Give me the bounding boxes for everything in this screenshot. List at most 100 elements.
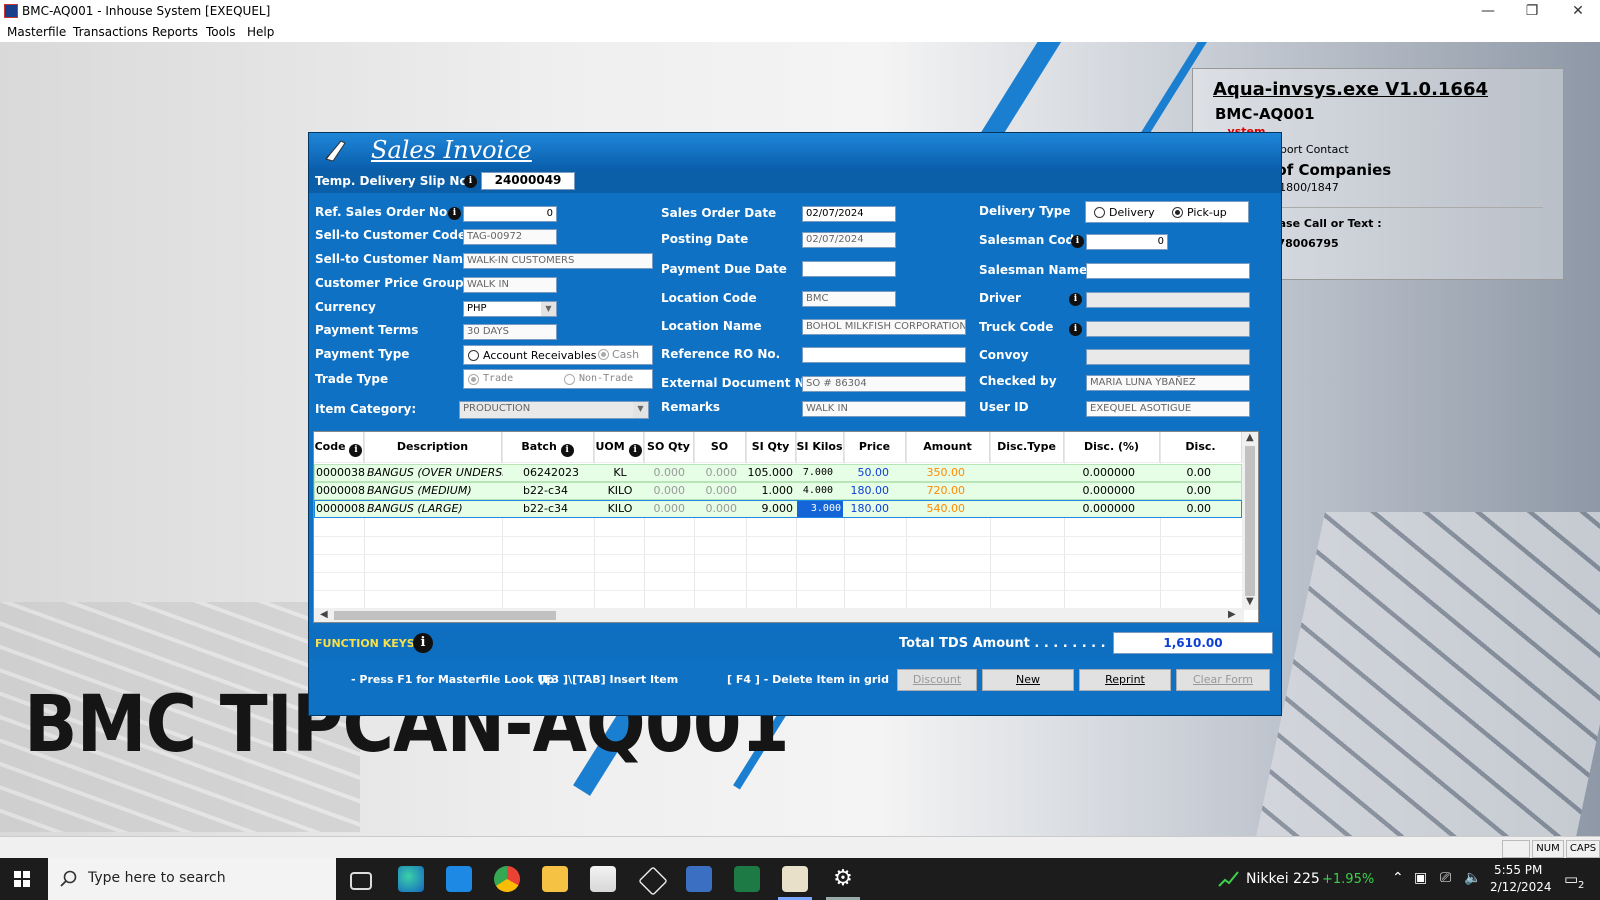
- taskbar-search[interactable]: Type here to search: [48, 858, 336, 900]
- items-grid[interactable]: Code i Description Batch i UOM i SO Qty …: [313, 431, 1259, 623]
- due-date-field[interactable]: [802, 261, 896, 277]
- tds-number-field[interactable]: 24000049: [481, 172, 575, 190]
- cell-code[interactable]: 0000008: [316, 483, 366, 499]
- cell-description[interactable]: BANGUS (MEDIUM): [367, 483, 503, 499]
- reprint-button[interactable]: Reprint: [1079, 669, 1171, 691]
- col-header-so-qty[interactable]: SO Qty: [644, 432, 694, 462]
- radio-non-trade[interactable]: [564, 374, 575, 385]
- cell-si-kilos[interactable]: 7.000: [797, 465, 833, 481]
- so-date-field[interactable]: 02/07/2024: [802, 206, 896, 222]
- cell-disc-amount[interactable]: 0.00: [1161, 483, 1212, 499]
- cell-batch[interactable]: 06242023: [523, 465, 593, 481]
- scroll-down-icon[interactable]: ▼: [1246, 596, 1254, 607]
- col-header-si-qty[interactable]: SI Qty: [746, 432, 796, 462]
- cell-si-qty[interactable]: 9.000: [747, 501, 794, 517]
- cust-code-field[interactable]: TAG-00972: [463, 229, 557, 245]
- info-icon[interactable]: i: [448, 207, 461, 220]
- stock-change[interactable]: +1.95%: [1322, 872, 1374, 887]
- col-header-batch[interactable]: Batch i: [502, 432, 594, 462]
- ext-doc-field[interactable]: SO # 86304: [802, 376, 966, 392]
- menu-help[interactable]: Help: [247, 25, 274, 39]
- col-header-so-kilos[interactable]: SO Kilos: [694, 432, 746, 483]
- col-header-amount[interactable]: Amount: [906, 432, 990, 462]
- network-app-icon[interactable]: [686, 866, 712, 892]
- col-header-si-kilos[interactable]: SI Kilos: [796, 432, 844, 462]
- col-header-uom[interactable]: UOM i: [594, 432, 644, 462]
- table-row-selected[interactable]: 0000008 BANGUS (LARGE) b22-c34 KILO 0.00…: [314, 500, 1242, 518]
- cell-si-kilos-editing[interactable]: 3.000: [797, 501, 843, 517]
- cell-code[interactable]: 0000008: [316, 501, 366, 517]
- checked-by-field[interactable]: MARIA LUNA YBAÑEZ: [1086, 375, 1250, 391]
- posting-date-field[interactable]: 02/07/2024: [802, 232, 896, 248]
- scroll-up-icon[interactable]: ▲: [1246, 432, 1254, 443]
- chevron-up-icon[interactable]: ⌃: [1392, 870, 1404, 886]
- driver-field[interactable]: [1086, 292, 1250, 308]
- menu-masterfile[interactable]: Masterfile: [7, 25, 66, 39]
- cell-disc-pct[interactable]: 0.000000: [1065, 465, 1136, 481]
- cell-amount[interactable]: 720.00: [907, 483, 966, 499]
- grid-horizontal-scrollbar[interactable]: ◀ ▶: [314, 608, 1244, 622]
- cell-si-qty[interactable]: 105.000: [747, 465, 794, 481]
- menu-tools[interactable]: Tools: [206, 25, 236, 39]
- cell-price[interactable]: 180.00: [845, 483, 890, 499]
- radio-account-receivables[interactable]: [468, 350, 479, 361]
- cell-batch[interactable]: b22-c34: [523, 483, 593, 499]
- scrollbar-thumb[interactable]: [1245, 446, 1255, 596]
- cell-disc-pct[interactable]: 0.000000: [1065, 483, 1136, 499]
- volume-icon[interactable]: 🔈: [1464, 870, 1481, 886]
- cell-disc-amount[interactable]: 0.00: [1161, 501, 1212, 517]
- ref-so-field[interactable]: 0: [463, 206, 557, 222]
- cell-batch[interactable]: b22-c34: [523, 501, 593, 517]
- remarks-field[interactable]: WALK IN: [802, 401, 966, 417]
- cust-name-field[interactable]: WALK-IN CUSTOMERS: [463, 253, 653, 269]
- cell-disc-type[interactable]: [991, 465, 1065, 481]
- cell-description[interactable]: BANGUS (OVER UNDERSIZ: [367, 465, 503, 481]
- radio-delivery[interactable]: [1094, 207, 1105, 218]
- col-header-disc-pct[interactable]: Disc. (%): [1064, 432, 1160, 462]
- 3d-box-icon[interactable]: [638, 866, 668, 896]
- cell-disc-type[interactable]: [991, 483, 1065, 499]
- table-row[interactable]: 0000038 BANGUS (OVER UNDERSIZ 06242023 K…: [314, 464, 1242, 482]
- loc-name-field[interactable]: BOHOL MILKFISH CORPORATION: [802, 319, 966, 335]
- scroll-left-icon[interactable]: ◀: [320, 609, 328, 620]
- info-icon[interactable]: i: [1071, 235, 1084, 248]
- cell-amount[interactable]: 540.00: [907, 501, 966, 517]
- salesman-code-field[interactable]: 0: [1086, 234, 1168, 250]
- cell-si-kilos[interactable]: 4.000: [797, 483, 833, 499]
- scroll-right-icon[interactable]: ▶: [1228, 609, 1236, 620]
- info-icon[interactable]: i: [1069, 323, 1082, 336]
- cell-uom[interactable]: KILO: [595, 483, 645, 499]
- info-icon[interactable]: i: [464, 175, 477, 188]
- price-group-field[interactable]: WALK IN: [463, 277, 557, 293]
- cell-so-kilos[interactable]: 0.000: [695, 465, 738, 481]
- terms-field[interactable]: 30 DAYS: [463, 324, 557, 340]
- cell-code[interactable]: 0000038: [316, 465, 366, 481]
- chevron-down-icon[interactable]: ▼: [633, 402, 648, 418]
- function-keys-info-icon[interactable]: i: [413, 633, 433, 653]
- col-header-code[interactable]: Code i: [314, 432, 364, 462]
- cell-so-qty[interactable]: 0.000: [645, 483, 686, 499]
- windows-start-icon[interactable]: [14, 871, 30, 887]
- menu-transactions[interactable]: Transactions: [73, 25, 148, 39]
- file-explorer-icon[interactable]: [542, 866, 568, 892]
- cell-so-kilos[interactable]: 0.000: [695, 501, 738, 517]
- chevron-down-icon[interactable]: ▼: [541, 302, 556, 316]
- item-cat-select[interactable]: PRODUCTION ▼: [459, 401, 649, 419]
- scrollbar-thumb[interactable]: [334, 611, 556, 620]
- meet-now-icon[interactable]: ▣: [1414, 870, 1427, 886]
- cell-disc-type[interactable]: [991, 501, 1065, 517]
- info-icon[interactable]: i: [1069, 293, 1082, 306]
- radio-cash[interactable]: [598, 349, 609, 360]
- col-header-disc-amount[interactable]: Disc. Amount: [1160, 432, 1242, 483]
- radio-pickup[interactable]: [1172, 207, 1183, 218]
- info-icon[interactable]: i: [560, 444, 574, 457]
- edge-icon[interactable]: [398, 866, 424, 892]
- cell-so-kilos[interactable]: 0.000: [695, 483, 738, 499]
- cell-amount[interactable]: 350.00: [907, 465, 966, 481]
- salesman-name-field[interactable]: [1086, 263, 1250, 279]
- user-id-field[interactable]: EXEQUEL ASOTIGUE: [1086, 401, 1250, 417]
- cell-price[interactable]: 50.00: [845, 465, 890, 481]
- cell-disc-pct[interactable]: 0.000000: [1065, 501, 1136, 517]
- info-icon[interactable]: i: [349, 444, 363, 457]
- task-view-icon[interactable]: [350, 872, 372, 890]
